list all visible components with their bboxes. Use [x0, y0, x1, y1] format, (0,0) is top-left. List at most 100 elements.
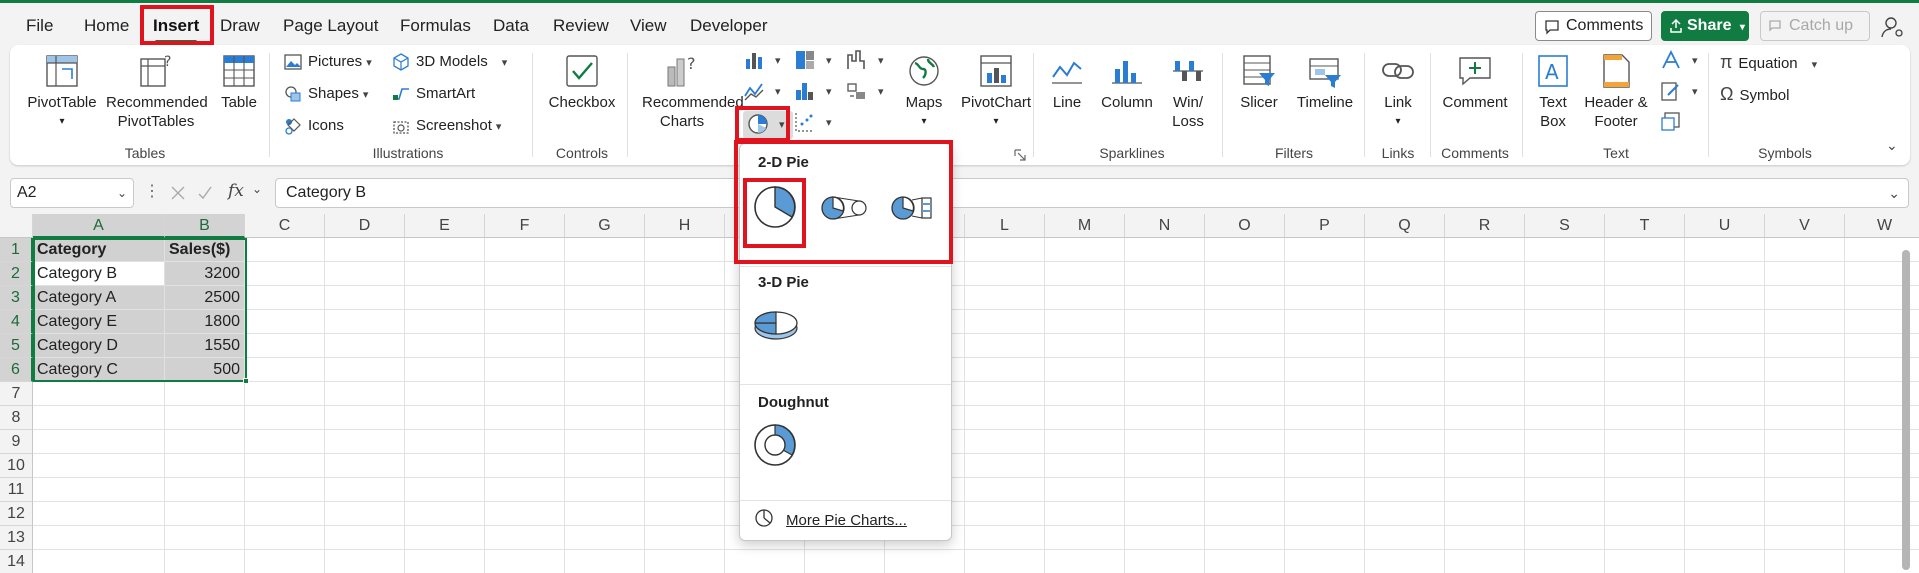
checkbox-button[interactable]: Checkbox — [542, 53, 622, 112]
cell-v14[interactable] — [1765, 550, 1845, 573]
cell-p3[interactable] — [1285, 286, 1365, 310]
cell-t10[interactable] — [1605, 454, 1685, 478]
smartart-button[interactable]: SmartArt — [392, 83, 475, 105]
cell-n2[interactable] — [1125, 262, 1205, 286]
cell-n10[interactable] — [1125, 454, 1205, 478]
column-header-b[interactable]: B — [165, 214, 245, 238]
cell-e9[interactable] — [405, 430, 485, 454]
cell-q4[interactable] — [1365, 310, 1445, 334]
cell-l3[interactable] — [965, 286, 1045, 310]
column-header-u[interactable]: U — [1685, 214, 1765, 238]
cell-u13[interactable] — [1685, 526, 1765, 550]
column-header-g[interactable]: G — [565, 214, 645, 238]
cell-c5[interactable] — [245, 334, 325, 358]
cell-u3[interactable] — [1685, 286, 1765, 310]
cell-t9[interactable] — [1605, 430, 1685, 454]
row-header-10[interactable]: 10 — [0, 454, 33, 478]
cell-q11[interactable] — [1365, 478, 1445, 502]
cell-r2[interactable] — [1445, 262, 1525, 286]
cell-t13[interactable] — [1605, 526, 1685, 550]
cell-q13[interactable] — [1365, 526, 1445, 550]
cell-e5[interactable] — [405, 334, 485, 358]
tab-draw[interactable]: Draw — [220, 13, 260, 39]
cell-l1[interactable] — [965, 238, 1045, 262]
cell-q8[interactable] — [1365, 406, 1445, 430]
cell-f14[interactable] — [485, 550, 565, 573]
pie-chart-button[interactable]: ▾ — [743, 111, 793, 139]
cell-n11[interactable] — [1125, 478, 1205, 502]
column-header-l[interactable]: L — [965, 214, 1045, 238]
cell-u12[interactable] — [1685, 502, 1765, 526]
cell-l6[interactable] — [965, 358, 1045, 382]
cell-m12[interactable] — [1045, 502, 1125, 526]
cell-d4[interactable] — [325, 310, 405, 334]
cell-d13[interactable] — [325, 526, 405, 550]
cell-a1[interactable]: Category — [33, 238, 165, 262]
recommended-pivottables-button[interactable]: ? Recommended PivotTables — [100, 53, 212, 131]
cell-f9[interactable] — [485, 430, 565, 454]
column-header-h[interactable]: H — [645, 214, 725, 238]
cell-a12[interactable] — [33, 502, 165, 526]
cell-h11[interactable] — [645, 478, 725, 502]
cell-q10[interactable] — [1365, 454, 1445, 478]
cell-g3[interactable] — [565, 286, 645, 310]
cell-n14[interactable] — [1125, 550, 1205, 573]
cell-e3[interactable] — [405, 286, 485, 310]
link-button[interactable]: Link ▾ — [1370, 53, 1426, 131]
cell-v3[interactable] — [1765, 286, 1845, 310]
cell-r9[interactable] — [1445, 430, 1525, 454]
column-header-q[interactable]: Q — [1365, 214, 1445, 238]
tab-developer[interactable]: Developer — [690, 13, 768, 39]
cell-l5[interactable] — [965, 334, 1045, 358]
cell-s12[interactable] — [1525, 502, 1605, 526]
cell-r12[interactable] — [1445, 502, 1525, 526]
cell-d6[interactable] — [325, 358, 405, 382]
cell-a5[interactable]: Category D — [33, 334, 165, 358]
tab-page-layout[interactable]: Page Layout — [283, 13, 378, 39]
row-header-14[interactable]: 14 — [0, 550, 33, 573]
name-box[interactable]: A2 ⌄ — [10, 178, 134, 208]
cell-q9[interactable] — [1365, 430, 1445, 454]
cell-d3[interactable] — [325, 286, 405, 310]
cell-p7[interactable] — [1285, 382, 1365, 406]
cell-c3[interactable] — [245, 286, 325, 310]
expand-formula-chevron-icon[interactable]: ⌄ — [1888, 179, 1900, 207]
cell-o5[interactable] — [1205, 334, 1285, 358]
cell-c12[interactable] — [245, 502, 325, 526]
table-button[interactable]: Table — [214, 53, 264, 112]
cell-f12[interactable] — [485, 502, 565, 526]
cell-s4[interactable] — [1525, 310, 1605, 334]
cell-q1[interactable] — [1365, 238, 1445, 262]
cell-n13[interactable] — [1125, 526, 1205, 550]
cell-t7[interactable] — [1605, 382, 1685, 406]
cell-d12[interactable] — [325, 502, 405, 526]
insert-function-button[interactable]: fx — [228, 181, 244, 201]
cell-r5[interactable] — [1445, 334, 1525, 358]
cell-p2[interactable] — [1285, 262, 1365, 286]
tab-data[interactable]: Data — [493, 13, 529, 39]
cell-l2[interactable] — [965, 262, 1045, 286]
cell-u11[interactable] — [1685, 478, 1765, 502]
cell-g2[interactable] — [565, 262, 645, 286]
cell-q2[interactable] — [1365, 262, 1445, 286]
column-header-n[interactable]: N — [1125, 214, 1205, 238]
cell-m1[interactable] — [1045, 238, 1125, 262]
cell-h10[interactable] — [645, 454, 725, 478]
tab-insert[interactable]: Insert — [153, 13, 199, 43]
cell-o1[interactable] — [1205, 238, 1285, 262]
row-header-11[interactable]: 11 — [0, 478, 33, 502]
cell-c14[interactable] — [245, 550, 325, 573]
cell-l7[interactable] — [965, 382, 1045, 406]
cell-b1[interactable]: Sales($) — [165, 238, 245, 262]
cell-e12[interactable] — [405, 502, 485, 526]
cell-l9[interactable] — [965, 430, 1045, 454]
cell-b12[interactable] — [165, 502, 245, 526]
cell-f11[interactable] — [485, 478, 565, 502]
signature-line-button[interactable]: ▾ — [1660, 80, 1698, 103]
cell-u8[interactable] — [1685, 406, 1765, 430]
cell-o9[interactable] — [1205, 430, 1285, 454]
cell-v11[interactable] — [1765, 478, 1845, 502]
cell-f6[interactable] — [485, 358, 565, 382]
cell-b6[interactable]: 500 — [165, 358, 245, 382]
column-header-t[interactable]: T — [1605, 214, 1685, 238]
